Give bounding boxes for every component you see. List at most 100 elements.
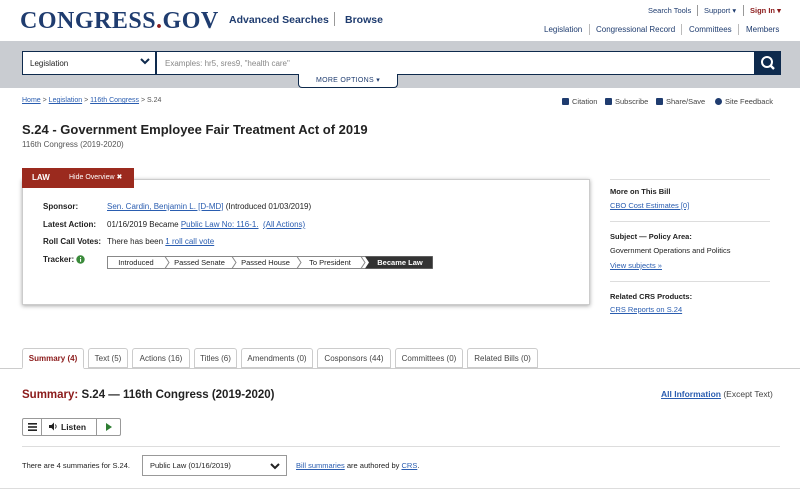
listen-player: Listen [22, 418, 121, 436]
top-divider [697, 5, 698, 16]
tab-summary[interactable]: Summary (4) [22, 348, 84, 369]
tab-titles[interactable]: Titles (6) [194, 348, 237, 368]
search-scope-select[interactable]: Legislation [22, 51, 157, 75]
tracker-step-became-law: Became Law [377, 258, 423, 267]
breadcrumb-congress[interactable]: 116th Congress [90, 97, 139, 104]
listen-label: Listen [61, 422, 87, 432]
nav-committees[interactable]: Committees [689, 25, 732, 34]
authored-text: are authored by [344, 461, 402, 470]
sign-in-menu[interactable]: Sign In ▾ [750, 6, 781, 15]
listen-menu-button[interactable] [23, 419, 42, 435]
page-title: S.24 - Government Employee Fair Treatmen… [22, 122, 368, 137]
breadcrumb-legislation[interactable]: Legislation [49, 97, 82, 104]
latest-action-label: Latest Action: [43, 220, 97, 229]
logo-main: CONGRESS [20, 8, 157, 34]
congress-subtitle: 116th Congress (2019-2020) [22, 140, 124, 149]
cbo-cost-estimates-link[interactable]: CBO Cost Estimates [0] [610, 201, 689, 210]
tab-cosponsors[interactable]: Cosponsors (44) [317, 348, 391, 368]
subscribe-icon [605, 98, 612, 105]
chevron-down-icon [140, 58, 150, 65]
crs-link[interactable]: CRS [401, 461, 417, 470]
all-information-anchor[interactable]: All Information [661, 389, 721, 399]
share-save-link[interactable]: Share/Save [656, 97, 705, 106]
breadcrumb-current: S.24 [147, 97, 162, 104]
hide-overview-button[interactable]: Hide Overview ✖ [69, 173, 122, 181]
roll-call-link[interactable]: 1 roll call vote [165, 237, 214, 246]
tracker-step-to-president: To President [309, 258, 351, 267]
latest-action-value: 01/16/2019 Became Public Law No: 116-1. … [107, 220, 305, 229]
tab-related-bills[interactable]: Related Bills (0) [467, 348, 538, 368]
authored-period: . [417, 461, 420, 470]
site-feedback-link[interactable]: Site Feedback [715, 97, 773, 106]
sponsor-label: Sponsor: [43, 202, 79, 211]
crs-products-heading: Related CRS Products: [610, 292, 693, 301]
citation-icon [562, 98, 569, 105]
tab-baseline [0, 368, 800, 369]
divider [22, 446, 780, 447]
chevron-down-icon [270, 463, 280, 470]
sponsor-introduced: (Introduced 01/03/2019) [225, 202, 312, 211]
share-icon [656, 98, 663, 105]
roll-call-text: There has been [107, 237, 164, 246]
site-feedback-label: Site Feedback [725, 97, 773, 106]
listen-button[interactable]: Listen [43, 419, 97, 435]
roll-call-label: Roll Call Votes: [43, 237, 102, 246]
all-information-link[interactable]: All Information (Except Text) [661, 389, 773, 399]
citation-link[interactable]: Citation [562, 97, 597, 106]
tab-amendments[interactable]: Amendments (0) [241, 348, 313, 368]
roll-call-value: There has been 1 roll call vote [107, 237, 214, 246]
nav-legislation[interactable]: Legislation [544, 25, 582, 34]
sponsor-link[interactable]: Sen. Cardin, Benjamin L. [D-MD] [107, 202, 224, 211]
nav-divider [681, 24, 682, 35]
more-options-button[interactable]: MORE OPTIONS ▾ [298, 74, 398, 88]
search-tools-link[interactable]: Search Tools [648, 6, 691, 15]
summary-version-value: Public Law (01/16/2019) [150, 461, 231, 470]
bill-summaries-link[interactable]: Bill summaries [296, 461, 345, 470]
play-icon [106, 423, 112, 431]
tracker-step-passed-house: Passed House [241, 258, 290, 267]
search-button[interactable] [755, 51, 781, 75]
law-status-label: LAW [32, 173, 50, 182]
tracker-step-passed-senate: Passed Senate [174, 258, 225, 267]
breadcrumb-home[interactable]: Home [22, 97, 41, 104]
breadcrumb-sep: > [139, 97, 148, 104]
search-input[interactable]: Examples: hr5, sres9, "health care" [157, 51, 755, 75]
top-divider [743, 5, 744, 16]
bill-tracker: Introduced Passed Senate Passed House To… [107, 256, 433, 269]
advanced-searches-link[interactable]: Advanced Searches [229, 14, 329, 26]
breadcrumb: Home > Legislation > 116th Congress > S.… [22, 97, 161, 104]
subscribe-link[interactable]: Subscribe [605, 97, 648, 106]
sidebar-divider [610, 179, 770, 180]
info-icon[interactable] [76, 255, 85, 264]
view-subjects-link[interactable]: View subjects » [610, 261, 662, 270]
sidebar-divider [610, 221, 770, 222]
authored-note: Bill summaries are authored by CRS. [296, 461, 419, 470]
citation-label: Citation [572, 97, 598, 106]
nav-congressional-record[interactable]: Congressional Record [596, 25, 675, 34]
sponsor-value: Sen. Cardin, Benjamin L. [D-MD] (Introdu… [107, 202, 311, 211]
logo-tld: GOV [162, 8, 219, 34]
all-actions-link[interactable]: (All Actions) [263, 220, 305, 229]
summary-prefix: Summary: [22, 389, 79, 401]
tab-text[interactable]: Text (5) [88, 348, 128, 368]
breadcrumb-sep: > [82, 97, 91, 104]
browse-link[interactable]: Browse [345, 14, 383, 26]
latest-action-text: 01/16/2019 Became [107, 220, 179, 229]
policy-area-value: Government Operations and Politics [610, 246, 731, 255]
play-button[interactable] [98, 419, 120, 435]
tab-actions[interactable]: Actions (16) [132, 348, 190, 368]
site-logo[interactable]: CONGRESS.GOV [20, 8, 219, 35]
nav-members[interactable]: Members [746, 25, 779, 34]
more-on-bill-heading: More on This Bill [610, 187, 671, 196]
divider [0, 488, 800, 489]
share-save-label: Share/Save [666, 97, 706, 106]
policy-area-heading: Subject — Policy Area: [610, 232, 692, 241]
search-icon [761, 56, 775, 70]
summary-version-select[interactable]: Public Law (01/16/2019) [142, 455, 287, 476]
nav-divider [589, 24, 590, 35]
tab-committees[interactable]: Committees (0) [395, 348, 463, 368]
support-menu[interactable]: Support ▾ [704, 6, 736, 15]
public-law-link[interactable]: Public Law No: 116-1. [181, 220, 259, 229]
summary-count: There are 4 summaries for S.24. [22, 461, 130, 470]
crs-reports-link[interactable]: CRS Reports on S.24 [610, 305, 682, 314]
